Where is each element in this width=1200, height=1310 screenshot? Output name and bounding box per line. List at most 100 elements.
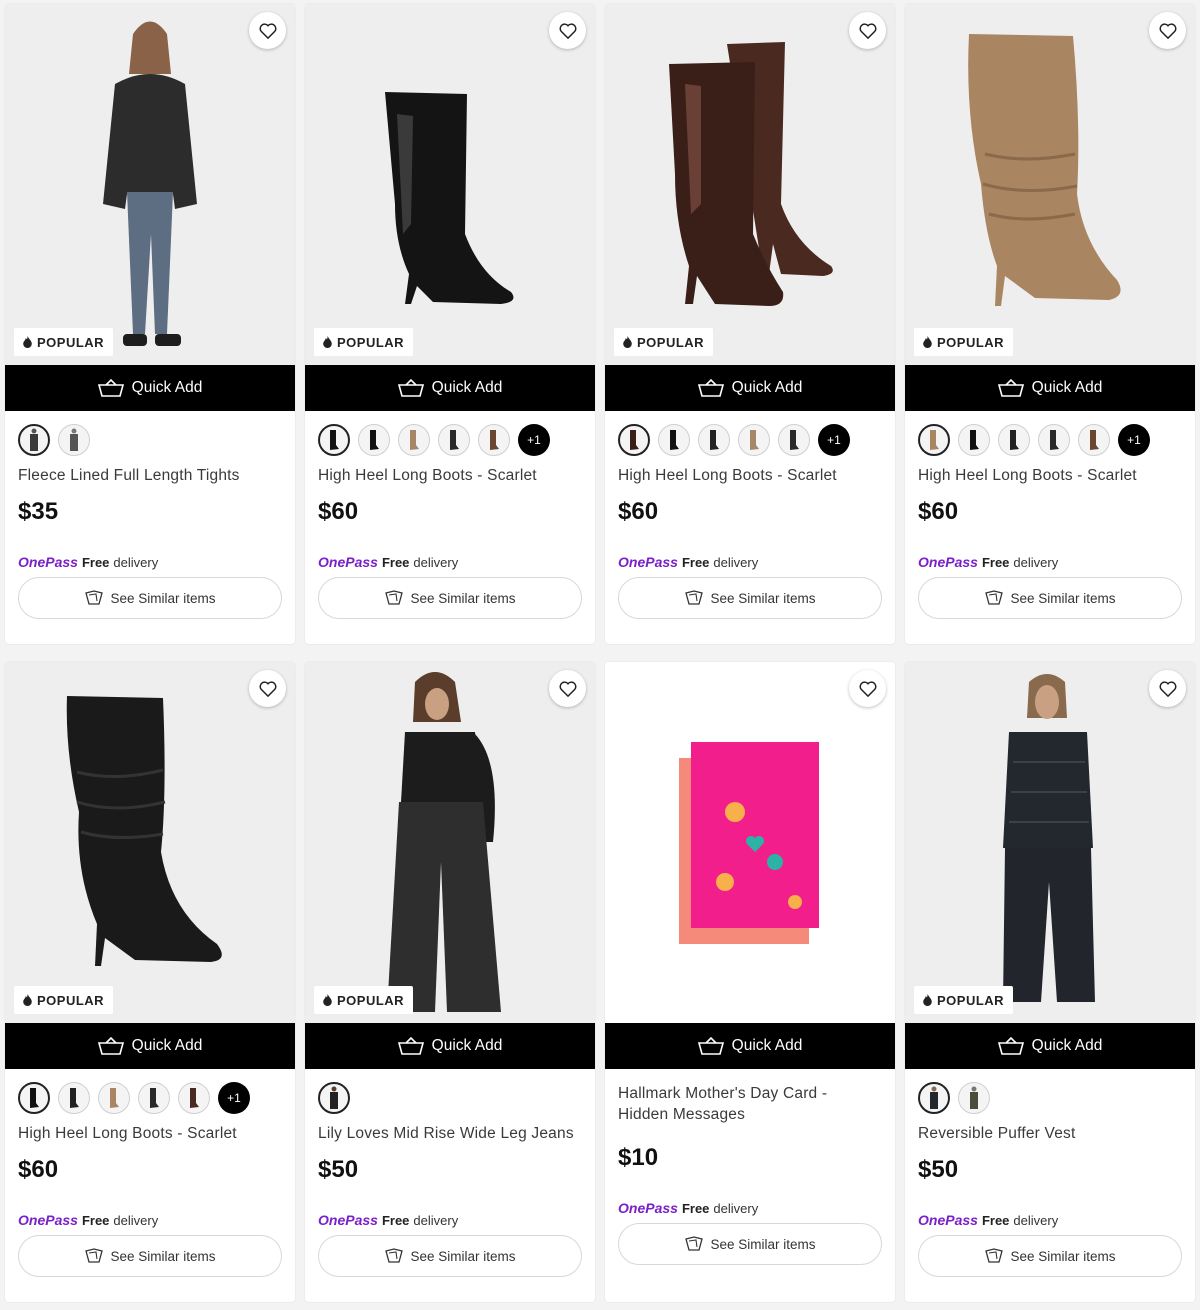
see-similar-button[interactable]: See Similar items [318, 1235, 582, 1277]
product-card[interactable]: POPULAR Quick Add Reversible Puffer Vest… [905, 662, 1195, 1302]
wishlist-button[interactable] [549, 12, 586, 49]
basket-icon [97, 379, 124, 397]
product-price: $50 [318, 1156, 359, 1183]
color-swatch[interactable] [918, 424, 950, 456]
see-similar-button[interactable]: See Similar items [618, 1223, 882, 1265]
see-similar-button[interactable]: See Similar items [318, 577, 582, 619]
person-icon [970, 1086, 978, 1109]
product-card[interactable]: POPULAR Quick Add +1 High Heel Long Boot… [5, 662, 295, 1302]
more-colors-button[interactable]: +1 [818, 424, 850, 456]
see-similar-button[interactable]: See Similar items [18, 1235, 282, 1277]
color-swatch[interactable] [658, 424, 690, 456]
boot-icon [30, 1088, 39, 1108]
flame-icon [923, 336, 932, 348]
product-card[interactable]: Quick Add Hallmark Mother's Day Card - H… [605, 662, 895, 1302]
color-swatch[interactable] [438, 424, 470, 456]
product-image[interactable]: POPULAR [905, 662, 1195, 1023]
quick-add-button[interactable]: Quick Add [305, 1023, 595, 1069]
color-swatch[interactable] [738, 424, 770, 456]
flame-icon [23, 994, 32, 1006]
color-swatch[interactable] [318, 424, 350, 456]
product-image[interactable]: POPULAR [905, 4, 1195, 365]
quick-add-button[interactable]: Quick Add [905, 1023, 1195, 1069]
color-swatch[interactable] [58, 1082, 90, 1114]
product-name[interactable]: High Heel Long Boots - Scarlet [905, 459, 1195, 492]
product-grid: POPULAR Quick Add Fleece Lined Full Leng… [0, 0, 1200, 1310]
greeting-card-image [605, 662, 895, 1023]
color-swatch[interactable] [698, 424, 730, 456]
wishlist-button[interactable] [849, 670, 886, 707]
see-similar-button[interactable]: See Similar items [918, 577, 1182, 619]
quick-add-button[interactable]: Quick Add [5, 365, 295, 411]
see-similar-button[interactable]: See Similar items [618, 577, 882, 619]
color-swatch[interactable] [18, 424, 50, 456]
popular-badge: POPULAR [314, 986, 414, 1014]
product-name[interactable]: Fleece Lined Full Length Tights [5, 459, 295, 492]
flame-icon [323, 994, 332, 1006]
color-swatch[interactable] [998, 424, 1030, 456]
color-swatches [905, 1069, 1195, 1117]
wishlist-button[interactable] [1149, 670, 1186, 707]
color-swatch[interactable] [358, 424, 390, 456]
wishlist-button[interactable] [849, 12, 886, 49]
wishlist-button[interactable] [249, 12, 286, 49]
color-swatch[interactable] [618, 424, 650, 456]
onepass-logo: OnePass [618, 554, 678, 570]
color-swatch[interactable] [18, 1082, 50, 1114]
quick-add-button[interactable]: Quick Add [905, 365, 1195, 411]
onepass-delivery: OnePass Free delivery [18, 1212, 159, 1228]
color-swatch[interactable] [778, 424, 810, 456]
more-colors-button[interactable]: +1 [518, 424, 550, 456]
product-name[interactable]: Reversible Puffer Vest [905, 1117, 1195, 1150]
product-name[interactable]: High Heel Long Boots - Scarlet [605, 459, 895, 492]
color-swatch[interactable] [58, 424, 90, 456]
wishlist-button[interactable] [249, 670, 286, 707]
boot-icon [330, 430, 339, 450]
color-swatch[interactable] [178, 1082, 210, 1114]
quick-add-button[interactable]: Quick Add [5, 1023, 295, 1069]
quick-add-button[interactable]: Quick Add [305, 365, 595, 411]
color-swatch[interactable] [478, 424, 510, 456]
wishlist-button[interactable] [1149, 12, 1186, 49]
product-image[interactable]: POPULAR [305, 4, 595, 365]
popular-badge: POPULAR [14, 986, 114, 1014]
product-card[interactable]: POPULAR Quick Add Lily Loves Mid Rise Wi… [305, 662, 595, 1302]
product-card[interactable]: POPULAR Quick Add +1 High Heel Long Boot… [905, 4, 1195, 644]
wishlist-button[interactable] [549, 670, 586, 707]
similar-items-icon [85, 590, 104, 605]
product-image[interactable]: POPULAR [5, 4, 295, 365]
product-price: $60 [918, 498, 959, 525]
see-similar-button[interactable]: See Similar items [918, 1235, 1182, 1277]
more-colors-button[interactable]: +1 [1118, 424, 1150, 456]
color-swatch[interactable] [918, 1082, 950, 1114]
product-image[interactable]: POPULAR [305, 662, 595, 1023]
product-name[interactable]: High Heel Long Boots - Scarlet [5, 1117, 295, 1150]
color-swatch[interactable] [318, 1082, 350, 1114]
product-image[interactable]: POPULAR [5, 662, 295, 1023]
color-swatch[interactable] [138, 1082, 170, 1114]
product-name[interactable]: Hallmark Mother's Day Card - Hidden Mess… [605, 1069, 895, 1138]
color-swatch[interactable] [1038, 424, 1070, 456]
product-image[interactable] [605, 662, 895, 1023]
see-similar-button[interactable]: See Similar items [18, 577, 282, 619]
boot-icon [790, 430, 799, 450]
basket-icon [997, 1037, 1024, 1055]
product-card[interactable]: POPULAR Quick Add +1 High Heel Long Boot… [605, 4, 895, 644]
product-card[interactable]: POPULAR Quick Add +1 High Heel Long Boot… [305, 4, 595, 644]
color-swatch[interactable] [1078, 424, 1110, 456]
product-image[interactable]: POPULAR [605, 4, 895, 365]
product-price: $60 [318, 498, 359, 525]
product-name[interactable]: Lily Loves Mid Rise Wide Leg Jeans [305, 1117, 595, 1150]
color-swatch[interactable] [98, 1082, 130, 1114]
more-colors-button[interactable]: +1 [218, 1082, 250, 1114]
heart-icon [1159, 22, 1176, 39]
color-swatch[interactable] [398, 424, 430, 456]
product-name[interactable]: High Heel Long Boots - Scarlet [305, 459, 595, 492]
person-icon [70, 428, 78, 451]
product-card[interactable]: POPULAR Quick Add Fleece Lined Full Leng… [5, 4, 295, 644]
quick-add-button[interactable]: Quick Add [605, 1023, 895, 1069]
popular-badge: POPULAR [614, 328, 714, 356]
quick-add-button[interactable]: Quick Add [605, 365, 895, 411]
color-swatch[interactable] [958, 1082, 990, 1114]
color-swatch[interactable] [958, 424, 990, 456]
